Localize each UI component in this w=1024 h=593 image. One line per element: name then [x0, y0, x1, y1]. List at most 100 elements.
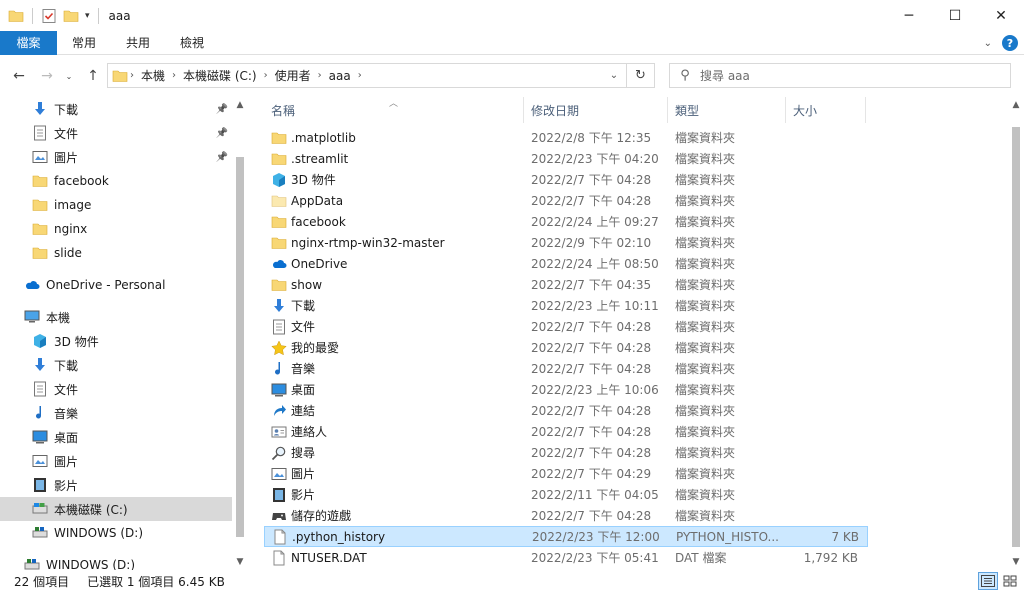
scroll-up-icon[interactable]: ▲ [1008, 97, 1024, 113]
file-row[interactable]: 3D 物件 2022/2/7 下午 04:28 檔案資料夾 [264, 169, 868, 190]
nav-item[interactable]: 3D 物件 [0, 329, 232, 353]
nav-item[interactable]: 圖片 [0, 449, 232, 473]
refresh-button[interactable]: ↻ [626, 64, 654, 87]
chevron-right-icon[interactable]: › [128, 70, 136, 81]
nav-item-label: 本機磁碟 (C:) [54, 502, 128, 517]
file-row[interactable]: .python_history 2022/2/23 下午 12:00 PYTHON_… [264, 526, 868, 547]
file-name: 儲存的遊戲 [291, 509, 352, 523]
nav-scrollbar[interactable]: ▲ ▼ [232, 97, 248, 570]
help-icon[interactable]: ? [1002, 35, 1018, 51]
nav-item-label: slide [54, 246, 82, 260]
file-size: 1,792 KB [803, 550, 858, 565]
nav-item[interactable]: 下載 📌 [0, 97, 232, 121]
nav-item[interactable]: 文件 [0, 377, 232, 401]
file-row[interactable]: 我的最愛 2022/2/7 下午 04:28 檔案資料夾 [264, 337, 868, 358]
arrow-up-icon: ↑ [87, 68, 99, 84]
file-row[interactable]: 儲存的遊戲 2022/2/7 下午 04:28 檔案資料夾 [264, 505, 868, 526]
file-date: 2022/2/7 下午 04:35 [531, 278, 652, 292]
pictures-icon [32, 453, 48, 469]
nav-item[interactable]: 下載 [0, 353, 232, 377]
nav-item[interactable]: slide [0, 241, 232, 265]
file-row[interactable]: 桌面 2022/2/23 上午 10:06 檔案資料夾 [264, 379, 868, 400]
file-row[interactable]: facebook 2022/2/24 上午 09:27 檔案資料夾 [264, 211, 868, 232]
nav-item[interactable]: 文件 📌 [0, 121, 232, 145]
minimize-button[interactable]: ─ [886, 0, 932, 31]
file-row[interactable]: 文件 2022/2/7 下午 04:28 檔案資料夾 [264, 316, 868, 337]
file-row[interactable]: 音樂 2022/2/7 下午 04:28 檔案資料夾 [264, 358, 868, 379]
column-size[interactable]: 大小 [786, 97, 866, 123]
nav-item[interactable]: 本機磁碟 (C:) [0, 497, 232, 521]
search-box[interactable]: ⚲ [669, 63, 1011, 88]
nav-item[interactable]: WINDOWS (D:) [0, 521, 232, 545]
file-row[interactable]: 連結 2022/2/7 下午 04:28 檔案資料夾 [264, 400, 868, 421]
tab-home[interactable]: 常用 [57, 31, 111, 55]
item-count: 22 個項目 [14, 575, 70, 589]
nav-item[interactable]: 影片 [0, 473, 232, 497]
column-type[interactable]: 類型 [668, 97, 786, 123]
chevron-right-icon[interactable]: › [356, 70, 364, 81]
maximize-button[interactable]: ☐ [932, 0, 978, 31]
file-row[interactable]: show 2022/2/7 下午 04:35 檔案資料夾 [264, 274, 868, 295]
recent-locations-button[interactable]: ⌄ [62, 64, 76, 88]
forward-button[interactable]: → [36, 64, 58, 88]
large-icons-view-button[interactable] [1000, 572, 1020, 590]
nav-item[interactable]: facebook [0, 169, 232, 193]
nav-item[interactable]: image [0, 193, 232, 217]
new-folder-icon[interactable] [63, 8, 79, 24]
file-name-cell: .streamlit [264, 151, 524, 167]
file-type: 檔案資料夾 [675, 509, 736, 523]
file-row[interactable]: OneDrive 2022/2/24 上午 08:50 檔案資料夾 [264, 253, 868, 274]
breadcrumb-aaa[interactable]: aaa [324, 69, 356, 83]
file-row[interactable]: nginx-rtmp-win32-master 2022/2/9 下午 02:10… [264, 232, 868, 253]
file-row[interactable]: 圖片 2022/2/7 下午 04:29 檔案資料夾 [264, 463, 868, 484]
close-button[interactable]: ✕ [978, 0, 1024, 31]
chevron-right-icon[interactable]: › [262, 70, 270, 81]
nav-item[interactable]: OneDrive - Personal [0, 273, 232, 297]
column-modified[interactable]: 修改日期 [524, 97, 668, 123]
chevron-right-icon[interactable]: › [170, 70, 178, 81]
properties-icon[interactable] [41, 8, 57, 24]
nav-item[interactable]: 音樂 [0, 401, 232, 425]
expand-ribbon-icon[interactable]: ⌄ [984, 38, 992, 49]
file-date: 2022/2/11 下午 04:05 [531, 488, 659, 502]
file-row[interactable]: 連絡人 2022/2/7 下午 04:28 檔案資料夾 [264, 421, 868, 442]
file-row[interactable]: NTUSER.DAT 2022/2/23 下午 05:41 DAT 檔案 1,792 … [264, 547, 868, 568]
scroll-thumb[interactable] [1012, 127, 1020, 547]
breadcrumb-drive-c[interactable]: 本機磁碟 (C:) [178, 67, 262, 84]
nav-item[interactable]: 桌面 [0, 425, 232, 449]
file-name-cell: 下載 [264, 297, 524, 314]
address-bar[interactable]: › 本機 › 本機磁碟 (C:) › 使用者 › aaa › ⌄ ↻ [107, 63, 655, 88]
address-dropdown-button[interactable]: ⌄ [604, 64, 624, 87]
scroll-thumb[interactable] [236, 157, 244, 537]
tab-file[interactable]: 檔案 [0, 30, 57, 55]
scroll-up-icon[interactable]: ▲ [232, 97, 248, 113]
details-view-button[interactable] [978, 572, 998, 590]
scroll-down-icon[interactable]: ▼ [232, 554, 248, 570]
file-row[interactable]: AppData 2022/2/7 下午 04:28 檔案資料夾 [264, 190, 868, 211]
file-row[interactable]: 下載 2022/2/23 上午 10:11 檔案資料夾 [264, 295, 868, 316]
tab-view[interactable]: 檢視 [165, 31, 219, 55]
nav-item[interactable]: nginx [0, 217, 232, 241]
3d-objects-icon [271, 172, 287, 188]
file-row[interactable]: .streamlit 2022/2/23 下午 04:20 檔案資料夾 [264, 148, 868, 169]
breadcrumb-this-pc[interactable]: 本機 [136, 67, 170, 84]
nav-item[interactable]: 圖片 📌 [0, 145, 232, 169]
chevron-right-icon[interactable]: › [316, 70, 324, 81]
nav-item[interactable]: 本機 [0, 305, 232, 329]
file-list-scrollbar[interactable]: ▲ ▼ [1008, 97, 1024, 570]
customize-qa-dropdown-icon[interactable]: ▾ [85, 11, 90, 21]
file-row[interactable]: .matplotlib 2022/2/8 下午 12:35 檔案資料夾 [264, 127, 868, 148]
file-row[interactable]: 影片 2022/2/11 下午 04:05 檔案資料夾 [264, 484, 868, 505]
column-modified-label: 修改日期 [531, 103, 580, 118]
breadcrumb-users[interactable]: 使用者 [270, 67, 316, 84]
separator [32, 7, 33, 24]
tab-share[interactable]: 共用 [111, 31, 165, 55]
file-type: DAT 檔案 [675, 551, 727, 565]
nav-item[interactable]: WINDOWS (D:) [0, 553, 232, 570]
scroll-down-icon[interactable]: ▼ [1008, 554, 1024, 570]
file-row[interactable]: 搜尋 2022/2/7 下午 04:28 檔案資料夾 [264, 442, 868, 463]
back-button[interactable]: ← [8, 64, 30, 88]
search-input[interactable] [700, 68, 990, 83]
column-name[interactable]: 名稱 ︿ [264, 97, 524, 123]
up-button[interactable]: ↑ [82, 64, 104, 88]
